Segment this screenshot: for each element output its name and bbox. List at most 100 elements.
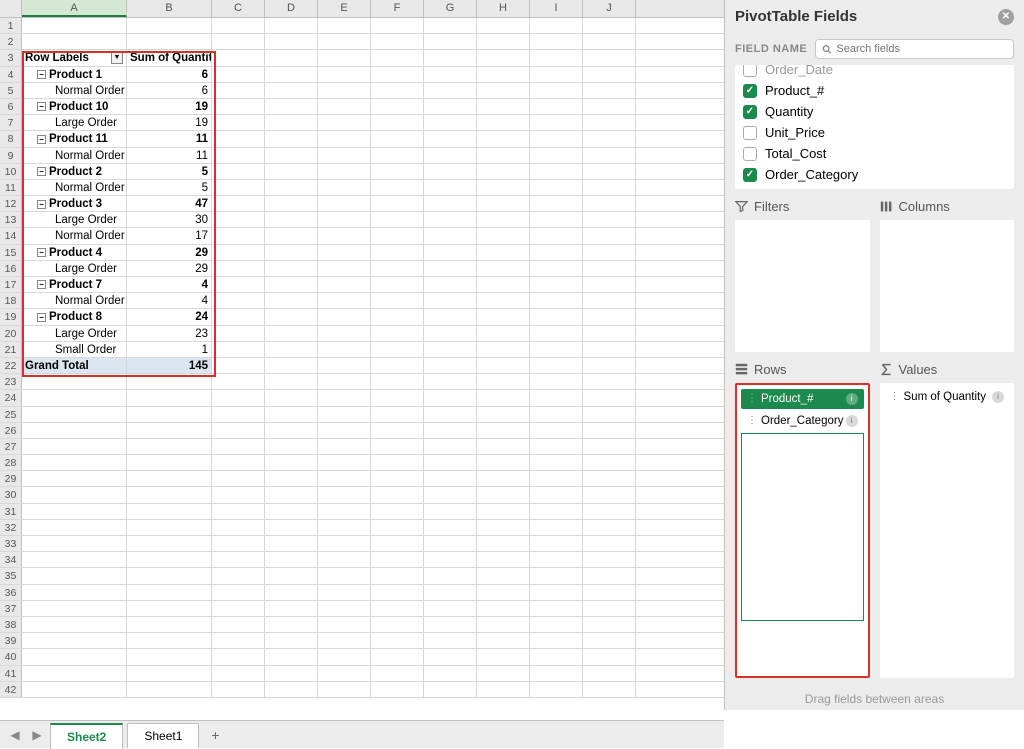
col-header-f[interactable]: F: [371, 0, 424, 17]
cell[interactable]: [583, 115, 636, 130]
cell[interactable]: [477, 390, 530, 405]
row-header[interactable]: 32: [0, 520, 22, 535]
cell[interactable]: −Product 7: [22, 277, 127, 292]
cell[interactable]: Normal Order: [22, 293, 127, 308]
cell[interactable]: [212, 293, 265, 308]
cell[interactable]: [530, 309, 583, 324]
cell[interactable]: [127, 666, 212, 681]
row-header[interactable]: 15: [0, 245, 22, 260]
cell[interactable]: [583, 585, 636, 600]
cell[interactable]: Grand Total: [22, 358, 127, 373]
cell[interactable]: [530, 261, 583, 276]
cell[interactable]: [530, 326, 583, 341]
cell[interactable]: [477, 148, 530, 163]
row-header[interactable]: 36: [0, 585, 22, 600]
cell[interactable]: [424, 309, 477, 324]
row-header[interactable]: 21: [0, 342, 22, 357]
cell[interactable]: [583, 148, 636, 163]
cell[interactable]: [477, 326, 530, 341]
row-header[interactable]: 13: [0, 212, 22, 227]
cell[interactable]: [318, 83, 371, 98]
cell[interactable]: [583, 374, 636, 389]
row-header[interactable]: 30: [0, 487, 22, 502]
cell[interactable]: [477, 99, 530, 114]
cell[interactable]: [265, 601, 318, 616]
cell[interactable]: [318, 293, 371, 308]
cell[interactable]: [530, 520, 583, 535]
cell[interactable]: [318, 180, 371, 195]
row-header[interactable]: 42: [0, 682, 22, 697]
row-header[interactable]: 26: [0, 423, 22, 438]
cell[interactable]: [318, 568, 371, 583]
values-area[interactable]: ⋮Sum of Quantityi: [880, 383, 1015, 679]
cell[interactable]: [212, 471, 265, 486]
cell[interactable]: Row Labels▼: [22, 50, 127, 65]
cell[interactable]: [530, 67, 583, 82]
cell[interactable]: [212, 407, 265, 422]
cell[interactable]: [127, 617, 212, 632]
cell[interactable]: [583, 649, 636, 664]
cell[interactable]: [371, 487, 424, 502]
cell[interactable]: [530, 585, 583, 600]
cell[interactable]: [22, 552, 127, 567]
cell[interactable]: [424, 568, 477, 583]
cell[interactable]: [265, 520, 318, 535]
cell[interactable]: Normal Order: [22, 180, 127, 195]
cell[interactable]: [530, 504, 583, 519]
cell[interactable]: [318, 552, 371, 567]
cell[interactable]: [212, 326, 265, 341]
cell[interactable]: [371, 682, 424, 697]
cell[interactable]: [424, 471, 477, 486]
rows-area-field[interactable]: ⋮Order_Categoryi: [741, 411, 864, 431]
row-header[interactable]: 27: [0, 439, 22, 454]
row-header[interactable]: 33: [0, 536, 22, 551]
cell[interactable]: 6: [127, 67, 212, 82]
cell[interactable]: [424, 196, 477, 211]
cell[interactable]: [265, 536, 318, 551]
col-header-j[interactable]: J: [583, 0, 636, 17]
cell[interactable]: [530, 390, 583, 405]
cell[interactable]: [371, 261, 424, 276]
cell[interactable]: [22, 374, 127, 389]
cell[interactable]: [583, 99, 636, 114]
cell[interactable]: [424, 148, 477, 163]
cell[interactable]: [212, 245, 265, 260]
cell[interactable]: [583, 407, 636, 422]
cell[interactable]: [265, 552, 318, 567]
cell[interactable]: [127, 34, 212, 49]
cell[interactable]: [212, 34, 265, 49]
row-header[interactable]: 41: [0, 666, 22, 681]
cell[interactable]: [318, 390, 371, 405]
cell[interactable]: [583, 261, 636, 276]
cell[interactable]: [583, 309, 636, 324]
cell[interactable]: Normal Order: [22, 148, 127, 163]
cell[interactable]: [318, 536, 371, 551]
cell[interactable]: [127, 390, 212, 405]
cell[interactable]: [530, 455, 583, 470]
cell[interactable]: [265, 633, 318, 648]
cell[interactable]: −Product 11: [22, 131, 127, 146]
cell[interactable]: [530, 471, 583, 486]
cell[interactable]: [212, 585, 265, 600]
cell[interactable]: [265, 568, 318, 583]
cell[interactable]: [212, 277, 265, 292]
cell[interactable]: [212, 131, 265, 146]
cell[interactable]: [424, 99, 477, 114]
cell[interactable]: [265, 455, 318, 470]
cell[interactable]: [212, 601, 265, 616]
cell[interactable]: [424, 212, 477, 227]
cell[interactable]: [212, 423, 265, 438]
cell[interactable]: [477, 358, 530, 373]
cell[interactable]: [318, 682, 371, 697]
cell[interactable]: [583, 552, 636, 567]
cell[interactable]: [212, 67, 265, 82]
cell[interactable]: 6: [127, 83, 212, 98]
cell[interactable]: [265, 277, 318, 292]
cell[interactable]: [318, 326, 371, 341]
cell[interactable]: [371, 536, 424, 551]
cell[interactable]: 5: [127, 180, 212, 195]
cell[interactable]: [477, 196, 530, 211]
row-header[interactable]: 38: [0, 617, 22, 632]
cell[interactable]: [212, 633, 265, 648]
cell[interactable]: [583, 439, 636, 454]
